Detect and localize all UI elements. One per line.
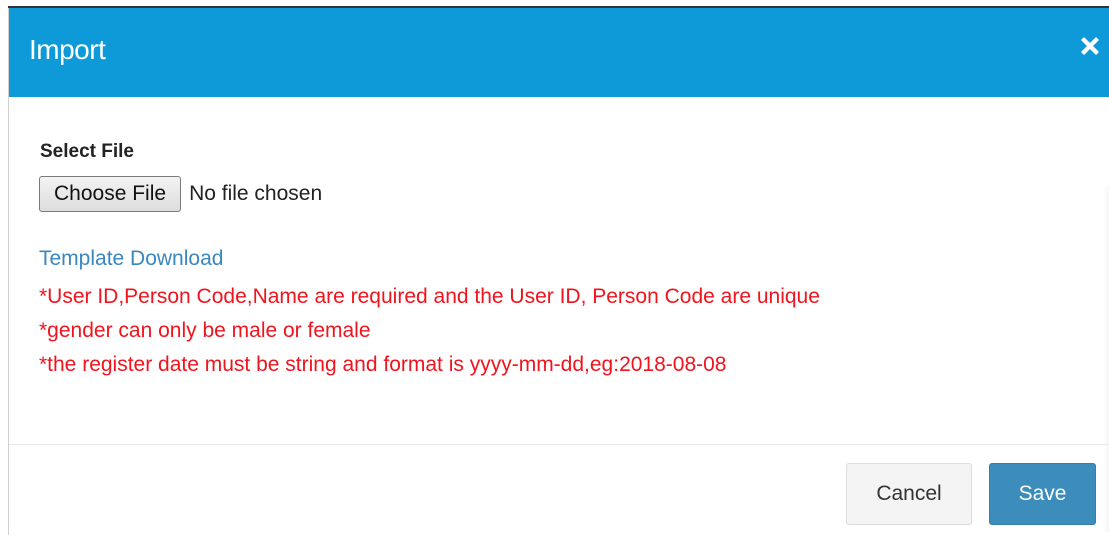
date-format-note: *the register date must be string and fo…	[39, 353, 727, 376]
cancel-button[interactable]: Cancel	[846, 463, 972, 525]
dialog-title: Import	[29, 34, 106, 65]
dialog-header: Import	[9, 8, 1109, 97]
dialog-footer: Cancel Save	[9, 445, 1109, 535]
close-icon[interactable]	[1077, 33, 1103, 59]
file-status-text: No file chosen	[189, 182, 323, 205]
requirement-note: *User ID,Person Code,Name are required a…	[39, 285, 820, 308]
select-file-label: Select File	[40, 141, 134, 162]
page-backdrop	[0, 0, 1109, 8]
file-input[interactable]: Choose File No file chosen	[39, 176, 322, 212]
choose-file-button[interactable]: Choose File	[39, 176, 182, 212]
gender-note: *gender can only be male or female	[39, 319, 371, 342]
save-button[interactable]: Save	[989, 463, 1096, 525]
dialog-body: Select File Choose File No file chosen T…	[9, 97, 1109, 532]
template-download-link[interactable]: Template Download	[39, 247, 223, 271]
import-dialog: Import Select File Choose File No file c…	[8, 8, 1109, 535]
